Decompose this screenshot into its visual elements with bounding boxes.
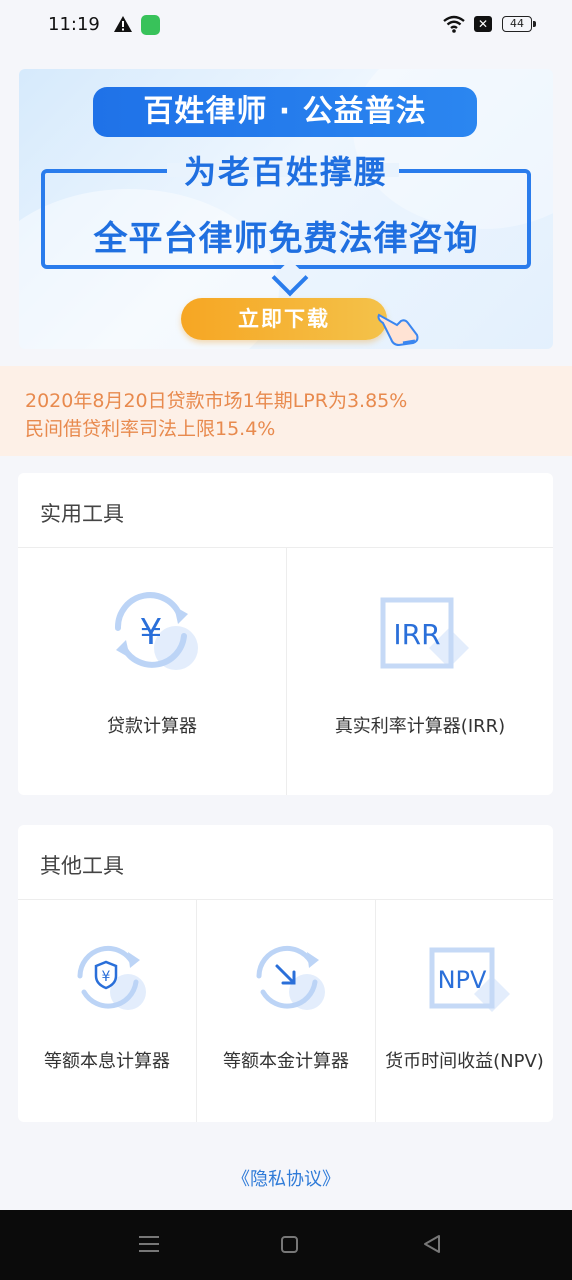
battery-icon: 44: [502, 16, 536, 32]
menu-icon[interactable]: [139, 1235, 159, 1253]
status-bar: 11:19 ✕ 44: [0, 0, 572, 52]
banner-subtitle: 为老百姓撑腰: [183, 153, 388, 191]
equal-installment-calculator-tile[interactable]: ¥ 等额本息计算器: [18, 900, 196, 1122]
battery-level: 44: [510, 17, 524, 30]
npv-icon-text: NPV: [438, 966, 487, 994]
tile-label: 贷款计算器: [107, 716, 197, 737]
irr-calculator-tile[interactable]: IRR 真实利率计算器(IRR): [287, 548, 553, 795]
npv-icon: NPV: [429, 947, 510, 1012]
npv-calculator-tile[interactable]: NPV 货币时间收益(NPV): [376, 900, 553, 1122]
yen-shield-refresh-icon: ¥: [77, 945, 146, 1010]
practical-tools-card: 实用工具 ¥ 贷款计算器 IRR 真实利率计算器(IRR): [18, 473, 553, 795]
back-icon[interactable]: [422, 1234, 442, 1254]
download-button[interactable]: 立即下载: [181, 298, 387, 340]
close-box-icon: ✕: [474, 16, 492, 32]
svg-text:¥: ¥: [140, 612, 163, 653]
lpr-notice: 2020年8月20日贷款市场1年期LPR为3.85% 民间借贷利率司法上限15.…: [0, 366, 572, 456]
tile-label: 真实利率计算器(IRR): [334, 716, 506, 737]
notice-line-2: 民间借贷利率司法上限15.4%: [25, 418, 276, 440]
app-notification-icon: [141, 15, 160, 35]
arrow-down-right-refresh-icon: [256, 945, 325, 1010]
section-title: 实用工具: [40, 502, 124, 526]
promo-banner[interactable]: 百姓律师 · 公益普法 为老百姓撑腰 全平台律师免费法律咨询 立即下载: [19, 69, 553, 349]
banner-headline: 百姓律师 · 公益普法: [93, 87, 477, 137]
wifi-icon: [443, 15, 465, 33]
svg-text:¥: ¥: [102, 969, 111, 985]
tile-label: 等额本息计算器: [44, 1051, 170, 1072]
notice-line-1: 2020年8月20日贷款市场1年期LPR为3.85%: [25, 390, 408, 412]
yen-refresh-icon: ¥: [114, 592, 198, 670]
status-time: 11:19: [48, 14, 100, 35]
irr-icon-text: IRR: [393, 618, 440, 651]
tile-label: 等额本金计算器: [223, 1051, 349, 1072]
irr-icon: IRR: [380, 597, 469, 669]
privacy-policy-link[interactable]: 《隐私协议》: [0, 1165, 572, 1191]
other-tools-card: 其他工具 ¥ 等额本息计算器 等额本金计算器 NPV 货币时间收益(NPV): [18, 825, 553, 1122]
tile-label: 货币时间收益(NPV): [385, 1051, 544, 1072]
pointing-hand-icon: [377, 313, 419, 347]
system-navigation-bar: [0, 1210, 572, 1280]
home-icon[interactable]: [281, 1236, 298, 1253]
warning-icon: [114, 16, 132, 32]
equal-principal-calculator-tile[interactable]: 等额本金计算器: [197, 900, 375, 1122]
loan-calculator-tile[interactable]: ¥ 贷款计算器: [18, 548, 286, 795]
banner-main-text: 全平台律师免费法律咨询: [93, 219, 479, 259]
section-title: 其他工具: [40, 854, 124, 878]
